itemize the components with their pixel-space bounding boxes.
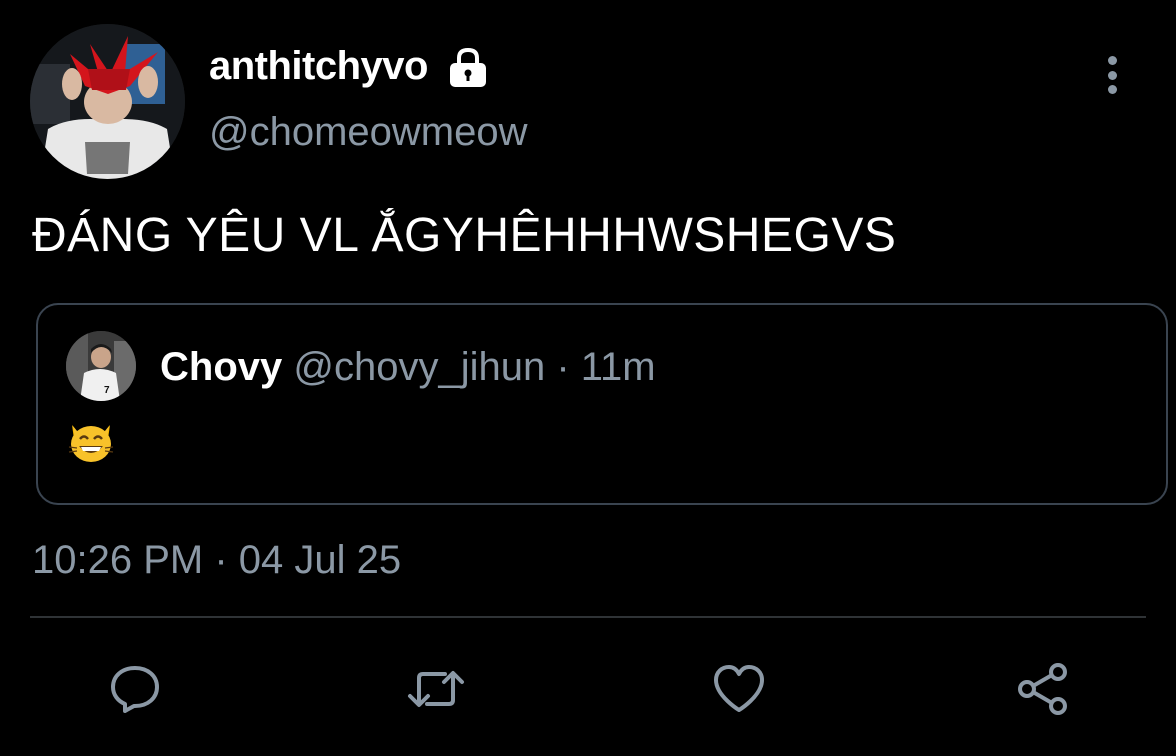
more-options-icon[interactable] [1096, 52, 1128, 98]
quoted-author-name[interactable]: Chovy [160, 345, 282, 389]
quoted-author-handle[interactable]: @chovy_jihun [293, 345, 545, 389]
author-avatar[interactable] [30, 24, 185, 179]
like-button[interactable] [706, 656, 772, 722]
quoted-tweet[interactable]: 7 Chovy @chovy_jihun · 11m [36, 303, 1168, 505]
lock-icon [446, 45, 490, 89]
author-display-name[interactable]: anthitchyvo [209, 44, 428, 89]
svg-text:7: 7 [104, 385, 110, 396]
author-handle[interactable]: @chomeowmeow [209, 110, 528, 155]
divider [30, 616, 1146, 618]
heart-icon [714, 665, 764, 712]
share-button[interactable] [1010, 656, 1076, 722]
tweet-timestamp[interactable]: 10:26 PM · 04 Jul 25 [32, 538, 401, 583]
retweet-icon [408, 671, 464, 707]
reply-icon [111, 666, 159, 713]
quoted-tweet-header: Chovy @chovy_jihun · 11m [160, 345, 656, 390]
retweet-button[interactable] [403, 656, 469, 722]
author-name-row[interactable]: anthitchyvo [209, 44, 490, 89]
quoted-separator: · [545, 345, 581, 389]
quoted-author-avatar[interactable]: 7 [66, 331, 136, 401]
tweet-text: ĐÁNG YÊU VL ẮGYHÊHHHWSHEGVS [32, 209, 897, 262]
grinning-cat-emoji-icon [66, 415, 116, 465]
reply-button[interactable] [102, 656, 168, 722]
quoted-time: 11m [580, 345, 656, 389]
tweet-detail: anthitchyvo @chomeowmeow ĐÁNG YÊU VL ẮGY… [0, 0, 1176, 756]
share-icon [1018, 663, 1067, 715]
